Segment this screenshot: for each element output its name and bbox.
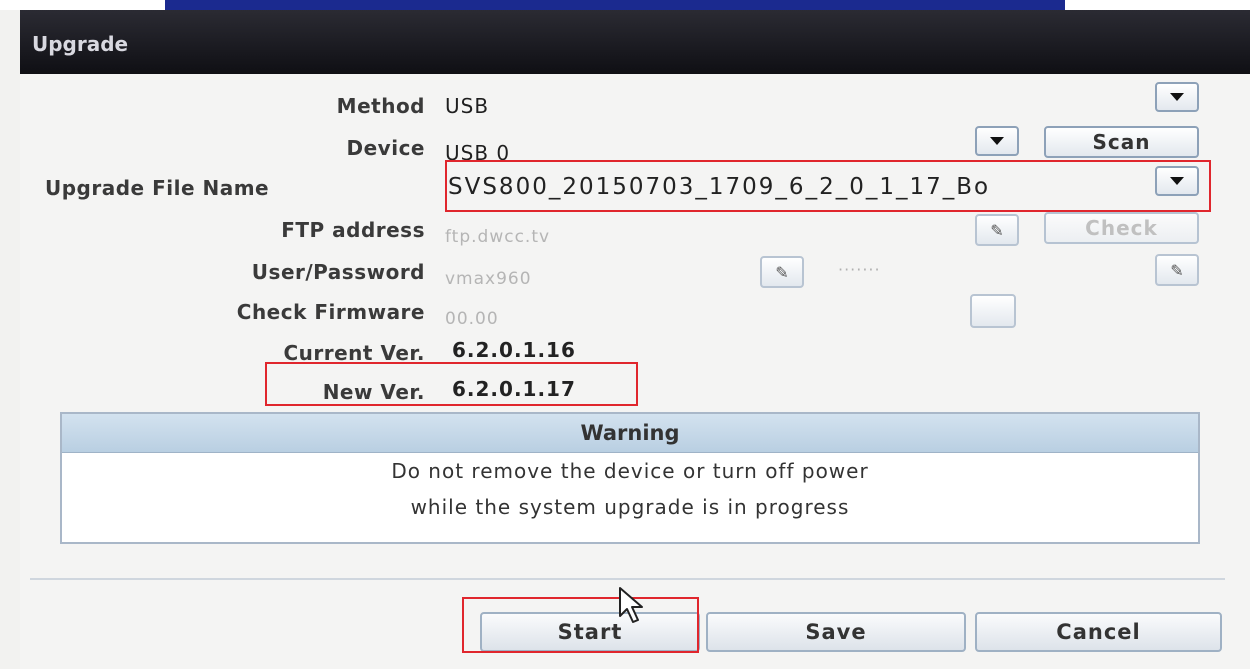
user-edit-button[interactable]: ✎ (760, 256, 804, 288)
password-edit-button[interactable]: ✎ (1155, 254, 1199, 286)
title-bar: Upgrade (20, 10, 1250, 74)
mouse-pointer-icon (619, 587, 643, 623)
device-label: Device (346, 136, 425, 160)
warning-line-2: while the system upgrade is in progress (410, 495, 850, 519)
top-edge (0, 0, 1250, 10)
check-button[interactable]: Check (1044, 212, 1199, 244)
pencil-icon: ✎ (1170, 260, 1184, 280)
footer-divider (30, 578, 1225, 580)
upgrade-form-panel: Method USB Device USB 0 Scan Upgrade Fil… (20, 74, 1250, 669)
warning-line-1: Do not remove the device or turn off pow… (391, 459, 869, 483)
cancel-button[interactable]: Cancel (975, 612, 1222, 652)
user-password-label: User/Password (251, 260, 425, 284)
upgrade-file-label: Upgrade File Name (45, 176, 270, 200)
save-button[interactable]: Save (706, 612, 966, 652)
window-title: Upgrade (32, 32, 129, 56)
upgrade-file-highlight (445, 160, 1211, 212)
method-dropdown-button[interactable] (1155, 82, 1199, 112)
username-value[interactable]: vmax960 (445, 269, 532, 289)
warning-box: Warning Do not remove the device or turn… (60, 412, 1200, 544)
warning-header: Warning (62, 414, 1198, 453)
ftp-address-label: FTP address (281, 218, 425, 242)
current-version-value: 6.2.0.1.16 (452, 338, 576, 362)
ftp-address-value[interactable]: ftp.dwcc.tv (445, 227, 550, 247)
check-firmware-value: 00.00 (445, 309, 499, 329)
start-button-highlight (462, 597, 699, 653)
pencil-icon: ✎ (990, 220, 1004, 240)
chevron-down-icon (990, 137, 1004, 145)
upgrade-screen: Upgrade Method USB Device USB 0 Scan Upg… (0, 0, 1250, 669)
check-firmware-label: Check Firmware (236, 300, 425, 324)
pencil-icon: ✎ (775, 262, 789, 282)
scan-button[interactable]: Scan (1044, 126, 1199, 158)
top-edge-bar (165, 0, 1065, 10)
device-dropdown-button[interactable] (975, 126, 1019, 156)
new-version-highlight (265, 362, 638, 406)
chevron-down-icon (1170, 93, 1184, 101)
check-firmware-button[interactable] (970, 294, 1016, 328)
ftp-edit-button[interactable]: ✎ (975, 214, 1019, 246)
method-value[interactable]: USB (445, 94, 489, 118)
method-label: Method (336, 94, 425, 118)
password-value[interactable]: ······· (838, 260, 881, 279)
